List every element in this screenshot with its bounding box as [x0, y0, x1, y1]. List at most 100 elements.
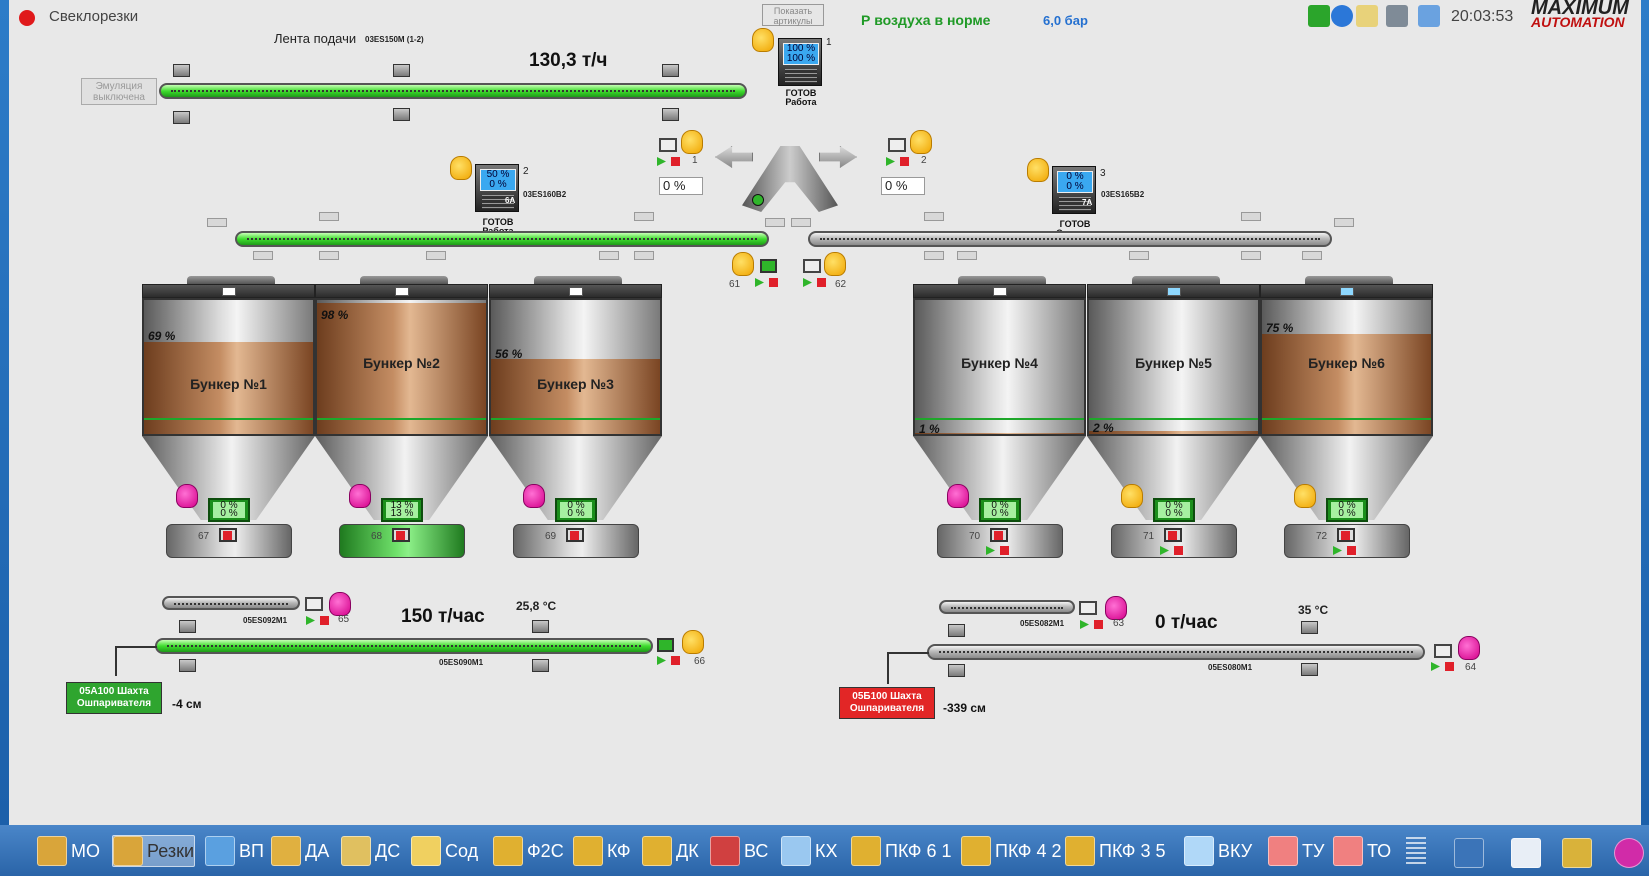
stop-icon[interactable] [396, 531, 405, 540]
small-conveyor-right-unit[interactable] [1079, 601, 1097, 615]
start-icon[interactable] [306, 616, 315, 625]
taskbar-item[interactable]: Сод [411, 835, 478, 867]
chat-icon[interactable] [1331, 5, 1353, 27]
close-icon[interactable] [19, 10, 35, 26]
bunker-6[interactable]: Бункер №6 75 % [1260, 298, 1433, 436]
taskbar-item[interactable]: МО [37, 835, 100, 867]
taskbar-item[interactable]: ДС [341, 835, 400, 867]
stop-icon[interactable] [1347, 546, 1356, 555]
settings-icon[interactable] [1454, 838, 1484, 868]
manual-hand-icon[interactable] [681, 130, 703, 154]
feed-conveyor[interactable] [159, 83, 747, 99]
bunker-3[interactable]: Бункер №3 56 % [489, 298, 662, 436]
stop-icon[interactable] [1445, 662, 1454, 671]
trend-icon[interactable] [1511, 838, 1541, 868]
manual-hand-icon[interactable] [349, 484, 371, 508]
splitter-right-pct[interactable]: 0 % [881, 177, 925, 195]
stop-icon[interactable] [320, 616, 329, 625]
stop-icon[interactable] [1094, 620, 1103, 629]
manual-hand-icon[interactable] [1458, 636, 1480, 660]
dist-left-unit[interactable] [760, 259, 777, 273]
taskbar-item[interactable]: ПКФ 3 5 [1065, 835, 1166, 867]
stop-icon[interactable] [570, 531, 579, 540]
splitter-left-pct[interactable]: 0 % [659, 177, 703, 195]
start-icon[interactable] [1431, 662, 1440, 671]
taskbar-item[interactable]: ДА [271, 835, 329, 867]
menu-icon[interactable] [1406, 837, 1426, 867]
shaft-b-status[interactable]: 05Б100 Шахта Ошпаривателя [839, 687, 935, 719]
distribution-conveyor-left[interactable] [235, 231, 769, 247]
manual-hand-icon[interactable] [824, 252, 846, 276]
stop-icon[interactable] [223, 531, 232, 540]
stop-icon[interactable] [1341, 531, 1350, 540]
manual-hand-icon[interactable] [176, 484, 198, 508]
small-conveyor-right[interactable] [939, 600, 1075, 614]
message-icon[interactable] [1418, 5, 1440, 27]
small-conveyor-left[interactable] [162, 596, 300, 610]
hand-icon[interactable] [1614, 838, 1644, 868]
right-main-conveyor[interactable] [927, 644, 1425, 660]
stop-icon[interactable] [1000, 546, 1009, 555]
manual-hand-icon[interactable] [1121, 484, 1143, 508]
operator-icon[interactable] [1386, 5, 1408, 27]
stop-icon[interactable] [671, 656, 680, 665]
start-icon[interactable] [657, 157, 666, 166]
manual-hand-icon[interactable] [329, 592, 351, 616]
taskbar-item[interactable]: ТО [1333, 835, 1391, 867]
left-arrow-icon[interactable] [715, 146, 753, 168]
alarm-icon[interactable] [1356, 5, 1378, 27]
manual-hand-icon[interactable] [752, 28, 774, 52]
splitter-right-unit[interactable] [888, 138, 906, 152]
taskbar-item[interactable]: Ф2С [493, 835, 564, 867]
left-main-conveyor[interactable] [155, 638, 653, 654]
engineer-icon[interactable] [1562, 838, 1592, 868]
stop-icon[interactable] [1168, 531, 1177, 540]
stop-icon[interactable] [994, 531, 1003, 540]
stop-icon[interactable] [817, 278, 826, 287]
taskbar-item[interactable]: Резки [112, 835, 196, 867]
right-arrow-icon[interactable] [819, 146, 857, 168]
bunker-2[interactable]: Бункер №2 98 % [315, 298, 488, 436]
right-main-unit[interactable] [1434, 644, 1452, 658]
taskbar-item[interactable]: ПКФ 4 2 [961, 835, 1062, 867]
manual-hand-icon[interactable] [1105, 596, 1127, 620]
emulation-button[interactable]: Эмуляция выключена [81, 78, 157, 105]
manual-hand-icon[interactable] [732, 252, 754, 276]
taskbar-item[interactable]: КФ [573, 835, 631, 867]
taskbar-item[interactable]: ТУ [1268, 835, 1324, 867]
taskbar-item[interactable]: КХ [781, 835, 838, 867]
stop-icon[interactable] [900, 157, 909, 166]
manual-hand-icon[interactable] [1294, 484, 1316, 508]
add-icon[interactable] [1308, 5, 1330, 27]
start-icon[interactable] [755, 278, 764, 287]
taskbar-item[interactable]: ДК [642, 835, 699, 867]
manual-hand-icon[interactable] [910, 130, 932, 154]
left-main-unit[interactable] [657, 638, 674, 652]
taskbar-item[interactable]: ВП [205, 835, 264, 867]
dist-right-unit[interactable] [803, 259, 821, 273]
shaft-a-status[interactable]: 05А100 Шахта Ошпаривателя [66, 682, 162, 714]
manual-hand-icon[interactable] [947, 484, 969, 508]
manual-hand-icon[interactable] [523, 484, 545, 508]
distribution-conveyor-right[interactable] [808, 231, 1332, 247]
drive-1[interactable]: 100 % 100 % [778, 38, 822, 86]
taskbar-item[interactable]: ВС [710, 835, 768, 867]
stop-icon[interactable] [1174, 546, 1183, 555]
taskbar-item[interactable]: ПКФ 6 1 [851, 835, 952, 867]
bunker-4[interactable]: Бункер №4 1 % [913, 298, 1086, 436]
manual-hand-icon[interactable] [450, 156, 472, 180]
start-icon[interactable] [803, 278, 812, 287]
manual-hand-icon[interactable] [1027, 158, 1049, 182]
stop-icon[interactable] [769, 278, 778, 287]
manual-hand-icon[interactable] [682, 630, 704, 654]
stop-icon[interactable] [671, 157, 680, 166]
start-icon[interactable] [886, 157, 895, 166]
start-icon[interactable] [1080, 620, 1089, 629]
show-articles-button[interactable]: Показать артикулы [762, 4, 824, 26]
bunker-5[interactable]: Бункер №5 2 % [1087, 298, 1260, 436]
splitter-left-unit[interactable] [659, 138, 677, 152]
bunker-1[interactable]: Бункер №1 69 % [142, 298, 315, 436]
taskbar-item[interactable]: ВКУ [1184, 835, 1252, 867]
start-icon[interactable] [657, 656, 666, 665]
small-conveyor-left-unit[interactable] [305, 597, 323, 611]
